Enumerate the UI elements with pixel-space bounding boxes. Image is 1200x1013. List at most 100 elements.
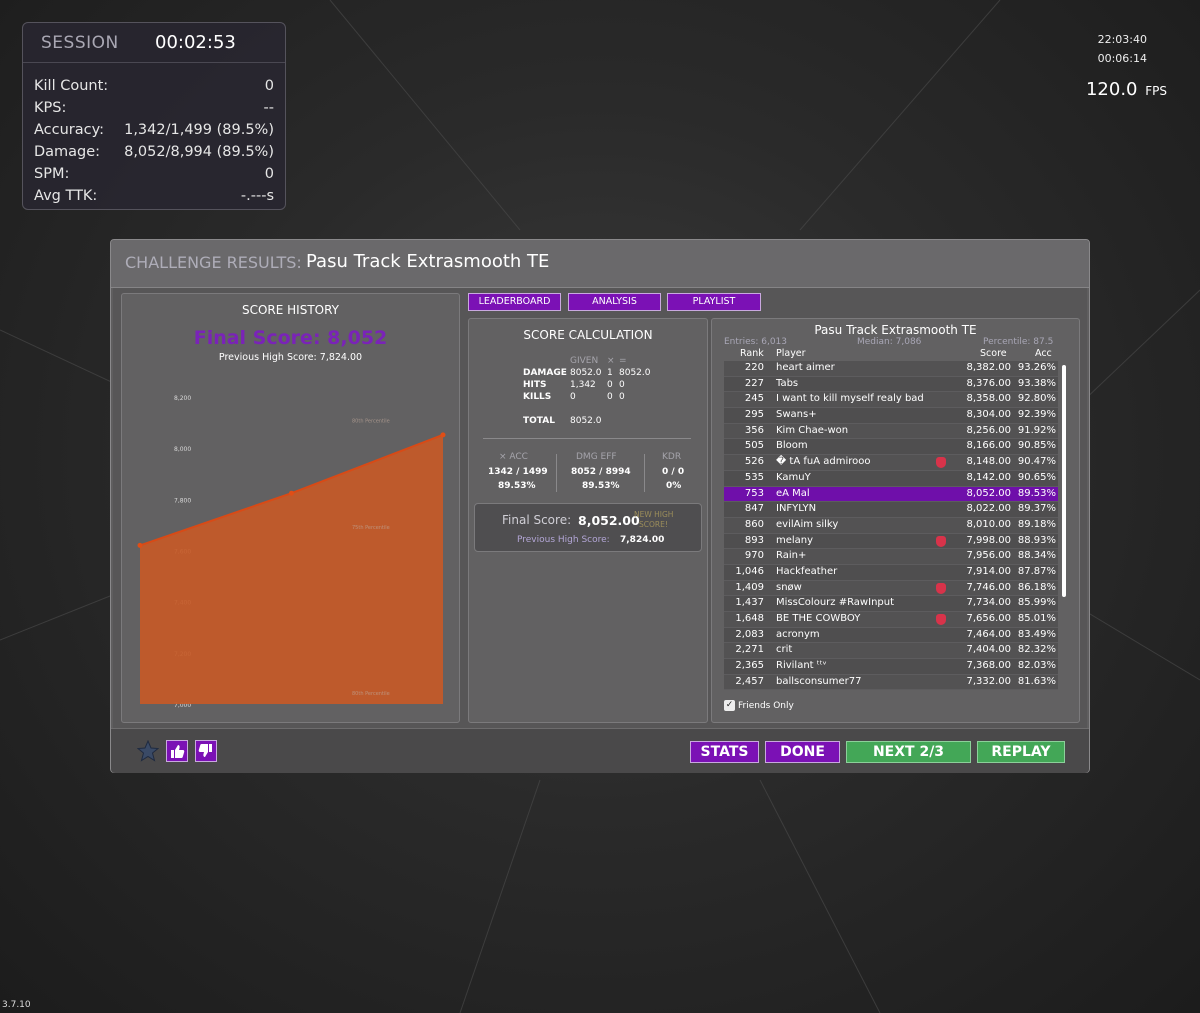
leaderboard-row[interactable]: 220 heart aimer 8,382.00 93.26%: [724, 361, 1058, 377]
stats-button[interactable]: STATS: [690, 741, 759, 763]
session-title: SESSION: [41, 32, 119, 53]
calc-row-result: 0: [619, 392, 625, 402]
leaderboard-row[interactable]: 505 Bloom 8,166.00 90.85%: [724, 439, 1058, 456]
row-rank: 227: [744, 377, 764, 389]
stat-label: Damage:: [34, 144, 101, 160]
row-acc: 90.85%: [1017, 440, 1056, 452]
header-acc[interactable]: Acc: [1035, 348, 1052, 359]
row-acc: 85.99%: [1017, 597, 1056, 609]
header-score[interactable]: Score: [980, 348, 1007, 359]
leaderboard-row[interactable]: 860 evilAim silky 8,010.00 89.18%: [724, 517, 1058, 534]
stat-value: 0: [264, 166, 274, 182]
row-rank: 1,409: [735, 581, 764, 593]
score-point: [137, 542, 143, 548]
calc-row-result: 0: [619, 380, 625, 390]
new-high-score-line1: NEW HIGH: [634, 510, 674, 519]
rank-badge-icon: [936, 582, 946, 594]
row-player: evilAim silky: [776, 518, 839, 530]
row-rank: 753: [744, 487, 764, 499]
kdr-ratio: 0 / 0: [662, 467, 685, 477]
tab-analysis[interactable]: ANALYSIS: [568, 293, 661, 311]
friends-only-toggle[interactable]: ✓ Friends Only: [724, 700, 794, 711]
row-player: BE THE COWBOY: [776, 613, 861, 624]
session-stat-row: Avg TTK: -.---s: [23, 185, 285, 207]
row-player: snøw: [776, 581, 802, 593]
leaderboard-row[interactable]: 2,365 Rivilant ᵗᵗᵛ 7,368.00 82.03%: [724, 659, 1058, 675]
leaderboard-row[interactable]: 227 Tabs 8,376.00 93.38%: [724, 376, 1058, 393]
leaderboard-row[interactable]: 2,271 crit 7,404.00 82.32%: [724, 643, 1058, 660]
leaderboard-row[interactable]: 535 KamuY 8,142.00 90.65%: [724, 470, 1058, 487]
leaderboard-row[interactable]: 970 Rain+ 7,956.00 88.34%: [724, 549, 1058, 565]
row-acc: 90.47%: [1017, 456, 1056, 468]
calc-col-divider: [644, 454, 645, 492]
tab-playlist[interactable]: PLAYLIST: [667, 293, 761, 311]
row-player: crit: [776, 644, 793, 656]
leaderboard-scrollbar[interactable]: [1062, 365, 1066, 597]
stat-label: Avg TTK:: [34, 188, 98, 204]
leaderboard-row-current-player[interactable]: 753 eA Mal 8,052.00 89.53%: [724, 486, 1058, 503]
header-player[interactable]: Player: [776, 348, 806, 359]
calc-row-mult: 0: [607, 380, 613, 390]
leaderboard-row[interactable]: 1,409 snøw 7,746.00 86.18%: [724, 580, 1058, 597]
row-player: MissColourz #RawInput: [776, 597, 895, 609]
header-rank[interactable]: Rank: [740, 348, 764, 359]
row-player: � tA fuA admirooo: [776, 456, 871, 468]
star-icon[interactable]: [137, 740, 159, 762]
leaderboard-row[interactable]: 2,083 acronym 7,464.00 83.49%: [724, 627, 1058, 644]
leaderboard-row[interactable]: 295 Swans+ 8,304.00 92.39%: [724, 408, 1058, 424]
row-player: Bloom: [776, 440, 808, 452]
row-acc: 90.65%: [1017, 471, 1056, 483]
leaderboard-row[interactable]: 1,046 Hackfeather 7,914.00 87.87%: [724, 564, 1058, 581]
row-acc: 82.03%: [1017, 660, 1056, 672]
version-label: 3.7.10: [2, 1000, 31, 1010]
leaderboard-row[interactable]: 2,457 ballsconsumer77 7,332.00 81.63%: [724, 674, 1058, 691]
friends-only-label: Friends Only: [738, 700, 794, 711]
y-tick-label: 8,200: [174, 395, 191, 402]
calc-row-given: 0: [570, 392, 576, 402]
score-point: [289, 490, 294, 496]
leaderboard-row[interactable]: 526 � tA fuA admirooo 8,148.00 90.47%: [724, 455, 1058, 471]
calc-row-label: KILLS: [523, 392, 552, 402]
next-button[interactable]: NEXT 2/3: [846, 741, 971, 763]
thumbs-up-icon[interactable]: [166, 740, 188, 762]
thumbs-down-icon[interactable]: [195, 740, 217, 762]
row-acc: 83.49%: [1017, 628, 1056, 640]
row-score: 8,148.00: [966, 456, 1011, 468]
row-rank: 2,271: [735, 644, 764, 656]
row-player: Rain+: [776, 550, 807, 562]
dmg-eff-ratio: 8052 / 8994: [571, 467, 631, 477]
done-button[interactable]: DONE: [765, 741, 840, 763]
row-player: heart aimer: [776, 362, 835, 373]
score-point: [440, 432, 446, 438]
dialog-label: CHALLENGE RESULTS:: [125, 253, 302, 272]
row-acc: 92.39%: [1017, 409, 1056, 421]
row-rank: 847: [744, 503, 764, 515]
session-stat-row: Accuracy: 1,342/1,499 (89.5%): [23, 119, 285, 141]
row-rank: 2,457: [735, 675, 764, 687]
leaderboard-row[interactable]: 1,437 MissColourz #RawInput 7,734.00 85.99%: [724, 596, 1058, 612]
leaderboard-row[interactable]: 356 Kim Chae-won 8,256.00 91.92%: [724, 423, 1058, 440]
leaderboard-row[interactable]: 245 I want to kill myself realy bad 8,358.…: [724, 392, 1058, 409]
leaderboard-row[interactable]: 893 melany 7,998.00 88.93%: [724, 533, 1058, 550]
previous-high-label: Previous High Score:: [517, 535, 610, 545]
stat-value: -.---s: [240, 188, 274, 204]
tab-leaderboard[interactable]: LEADERBOARD: [468, 293, 561, 311]
row-player: I want to kill myself realy bad: [776, 393, 924, 405]
leaderboard-list[interactable]: 220 heart aimer 8,382.00 93.26% 227 Tabs 8,376…: [724, 361, 1058, 691]
row-score: 8,010.00: [966, 518, 1011, 530]
final-score-label: Final Score:: [502, 513, 572, 527]
row-player: Rivilant ᵗᵗᵛ: [776, 660, 827, 672]
clock-time: 22:03:40: [1097, 33, 1147, 46]
row-rank: 860: [744, 518, 764, 530]
row-rank: 2,083: [735, 628, 764, 640]
row-score: 7,656.00: [966, 613, 1011, 624]
checkbox-checked-icon[interactable]: ✓: [724, 700, 735, 711]
leaderboard-row[interactable]: 847 INFYLYN 8,022.00 89.37%: [724, 502, 1058, 518]
row-rank: 535: [744, 471, 764, 483]
row-rank: 893: [744, 534, 764, 546]
stat-value: 8,052/8,994 (89.5%): [124, 144, 274, 160]
score-history-panel: SCORE HISTORY Final Score: 8,052 Previou…: [121, 293, 460, 723]
leaderboard-row[interactable]: 1,648 BE THE COWBOY 7,656.00 85.01%: [724, 612, 1058, 628]
replay-button[interactable]: REPLAY: [977, 741, 1065, 763]
row-score: 7,998.00: [966, 534, 1011, 546]
